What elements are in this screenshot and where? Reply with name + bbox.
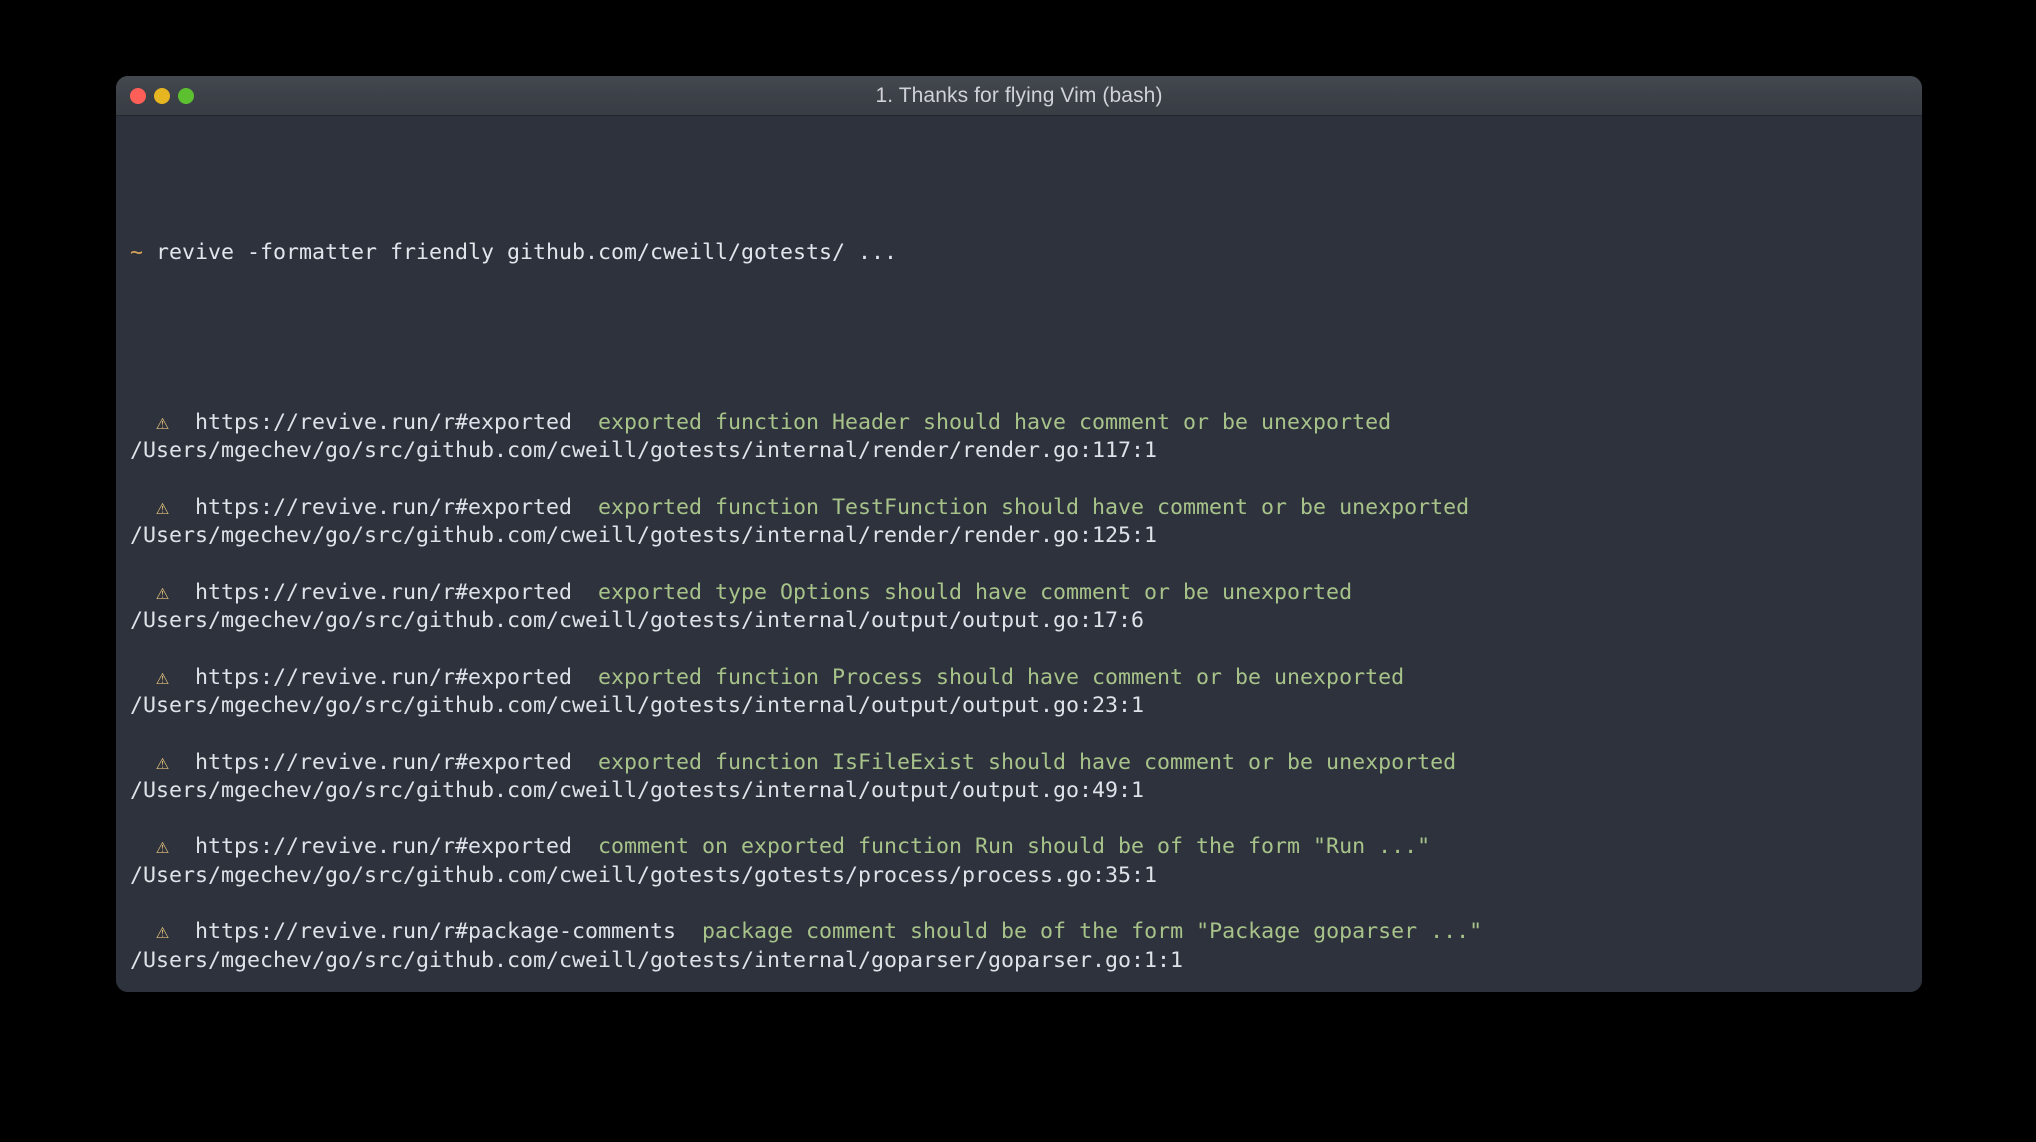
problem-location: /Users/mgechev/go/src/github.com/cweill/… bbox=[130, 608, 1145, 634]
maximize-window-button[interactable] bbox=[178, 88, 194, 104]
terminal-output-area[interactable]: ~ revive -formatter friendly github.com/… bbox=[116, 116, 1922, 992]
command-line: ~ revive -formatter friendly github.com/… bbox=[116, 239, 1922, 267]
problem-header-line: ⚠ https://revive.run/r#package-comments … bbox=[116, 918, 1922, 946]
problem-header-line: ⚠ https://revive.run/r#exported exported… bbox=[116, 664, 1922, 692]
warning-icon: ⚠ bbox=[130, 579, 196, 605]
problem-message: exported function Header should have com… bbox=[572, 409, 1392, 435]
warning-icon: ⚠ bbox=[130, 409, 196, 435]
terminal-window[interactable]: 1. Thanks for flying Vim (bash) ~ revive… bbox=[116, 76, 1922, 992]
window-title: 1. Thanks for flying Vim (bash) bbox=[875, 83, 1163, 107]
warning-icon: ⚠ bbox=[130, 494, 196, 520]
problem-location: /Users/mgechev/go/src/github.com/cweill/… bbox=[130, 777, 1145, 803]
traffic-light-group bbox=[130, 76, 194, 116]
rule-url-link[interactable]: https://revive.run/r#exported bbox=[195, 665, 572, 690]
problem-header-line: ⚠ https://revive.run/r#exported exported… bbox=[116, 579, 1922, 607]
warning-icon: ⚠ bbox=[130, 749, 196, 775]
rule-url-link[interactable]: https://revive.run/r#exported bbox=[195, 410, 572, 435]
problem-header-line: ⚠ https://revive.run/r#exported exported… bbox=[116, 749, 1922, 777]
problem-message: exported type Options should have commen… bbox=[572, 579, 1353, 605]
rule-url-link[interactable]: https://revive.run/r#exported bbox=[195, 750, 572, 775]
rule-url-link[interactable]: https://revive.run/r#exported bbox=[195, 834, 572, 859]
problem-message: package comment should be of the form "P… bbox=[676, 919, 1483, 945]
problem-message: comment on exported function Run should … bbox=[572, 834, 1431, 860]
rule-url-link[interactable]: https://revive.run/r#package-comments bbox=[195, 919, 676, 944]
problem-message: exported function Process should have co… bbox=[572, 664, 1405, 690]
problem-location: /Users/mgechev/go/src/github.com/cweill/… bbox=[130, 692, 1145, 718]
rule-url-link[interactable]: https://revive.run/r#exported bbox=[195, 580, 572, 605]
window-title-bar[interactable]: 1. Thanks for flying Vim (bash) bbox=[116, 76, 1922, 116]
warning-icon: ⚠ bbox=[130, 919, 196, 945]
warning-icon: ⚠ bbox=[130, 834, 196, 860]
problem-message: exported function TestFunction should ha… bbox=[572, 494, 1470, 520]
problem-location: /Users/mgechev/go/src/github.com/cweill/… bbox=[130, 862, 1158, 888]
warning-icon: ⚠ bbox=[130, 664, 196, 690]
minimize-window-button[interactable] bbox=[154, 88, 170, 104]
command-text: revive -formatter friendly github.com/cw… bbox=[156, 240, 898, 266]
problem-location: /Users/mgechev/go/src/github.com/cweill/… bbox=[130, 523, 1158, 549]
problem-header-line: ⚠ https://revive.run/r#exported comment … bbox=[116, 833, 1922, 861]
problem-location: /Users/mgechev/go/src/github.com/cweill/… bbox=[130, 947, 1184, 973]
problem-header-line: ⚠ https://revive.run/r#exported exported… bbox=[116, 494, 1922, 522]
problem-header-line: ⚠ https://revive.run/r#exported exported… bbox=[116, 409, 1922, 437]
problem-list: ⚠ https://revive.run/r#exported exported… bbox=[116, 381, 1922, 975]
desktop-background: 1. Thanks for flying Vim (bash) ~ revive… bbox=[0, 0, 2036, 1142]
shell-prompt-symbol: ~ bbox=[130, 240, 144, 266]
problem-message: exported function IsFileExist should hav… bbox=[572, 749, 1457, 775]
close-window-button[interactable] bbox=[130, 88, 146, 104]
rule-url-link[interactable]: https://revive.run/r#exported bbox=[195, 495, 572, 520]
problem-location: /Users/mgechev/go/src/github.com/cweill/… bbox=[130, 438, 1158, 464]
